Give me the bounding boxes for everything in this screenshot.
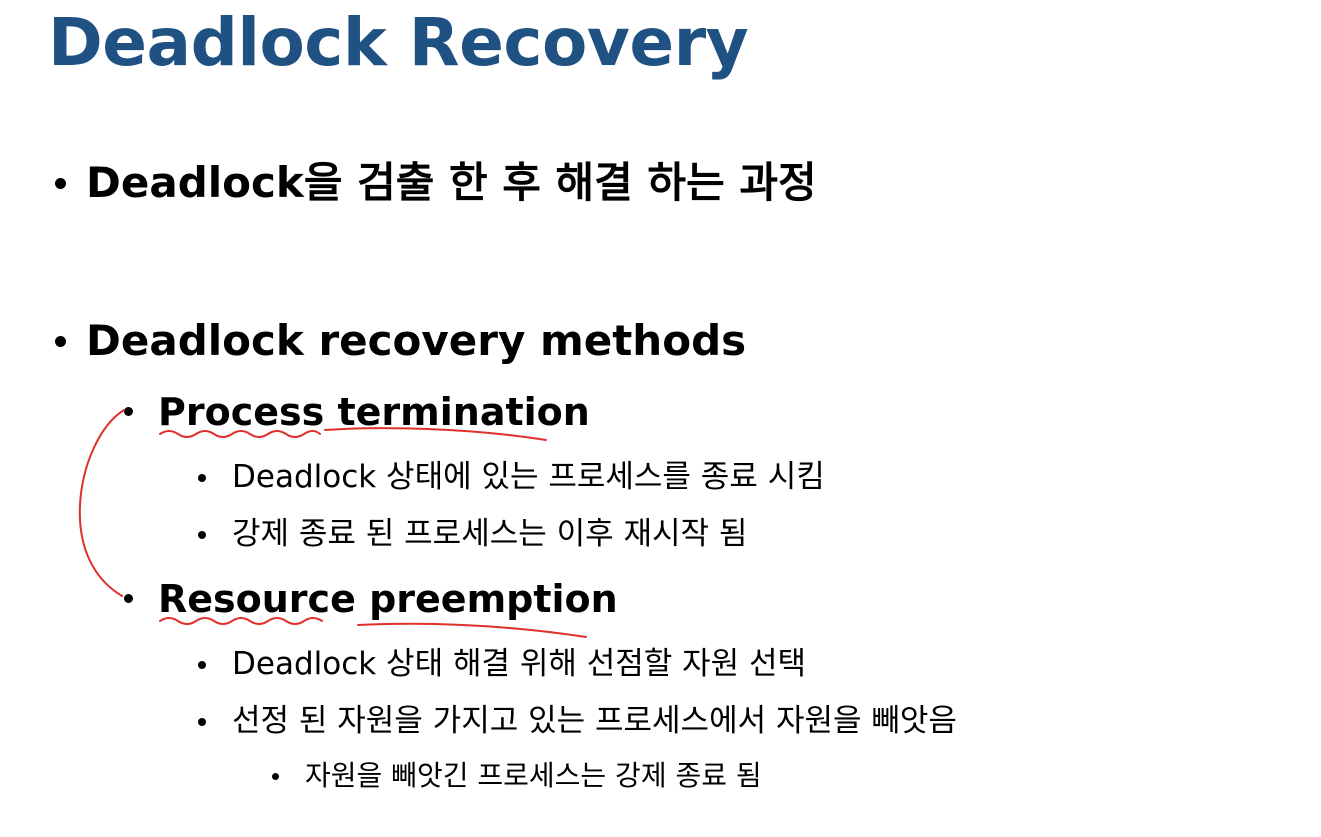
bullet-dot bbox=[55, 178, 66, 189]
bullet-detection-text: Deadlock을 검출 한 후 해결 하는 과정 bbox=[86, 158, 817, 207]
method-detail: 선정 된 자원을 가지고 있는 프로세스에서 자원을 빼앗음 bbox=[232, 703, 957, 739]
bullet-dot bbox=[55, 336, 66, 347]
bullet-dot bbox=[124, 594, 133, 603]
method-detail: Deadlock 상태 해결 위해 선점할 자원 선택 bbox=[232, 646, 807, 682]
method-detail: 강제 종료 된 프로세스는 이후 재시작 됨 bbox=[232, 516, 748, 552]
pen-bracket bbox=[78, 409, 125, 597]
method-detail: Deadlock 상태에 있는 프로세스를 종료 시킴 bbox=[232, 459, 825, 495]
slide: Deadlock Recovery Deadlock을 검출 한 후 해결 하는… bbox=[0, 0, 1321, 837]
bullet-dot bbox=[272, 773, 279, 780]
bullet-dot bbox=[198, 531, 206, 539]
method-sub-detail: 자원을 빼앗긴 프로세스는 강제 종료 됨 bbox=[305, 759, 762, 792]
bullet-dot bbox=[124, 407, 133, 416]
method-label: Process termination bbox=[158, 390, 590, 434]
bullet-dot bbox=[198, 718, 206, 726]
bullet-dot bbox=[198, 474, 206, 482]
pen-underline bbox=[357, 622, 587, 638]
method-label: Resource preemption bbox=[158, 577, 618, 621]
slide-title: Deadlock Recovery bbox=[48, 4, 749, 81]
bullet-methods-text: Deadlock recovery methods bbox=[86, 316, 747, 365]
bullet-dot bbox=[198, 661, 206, 669]
